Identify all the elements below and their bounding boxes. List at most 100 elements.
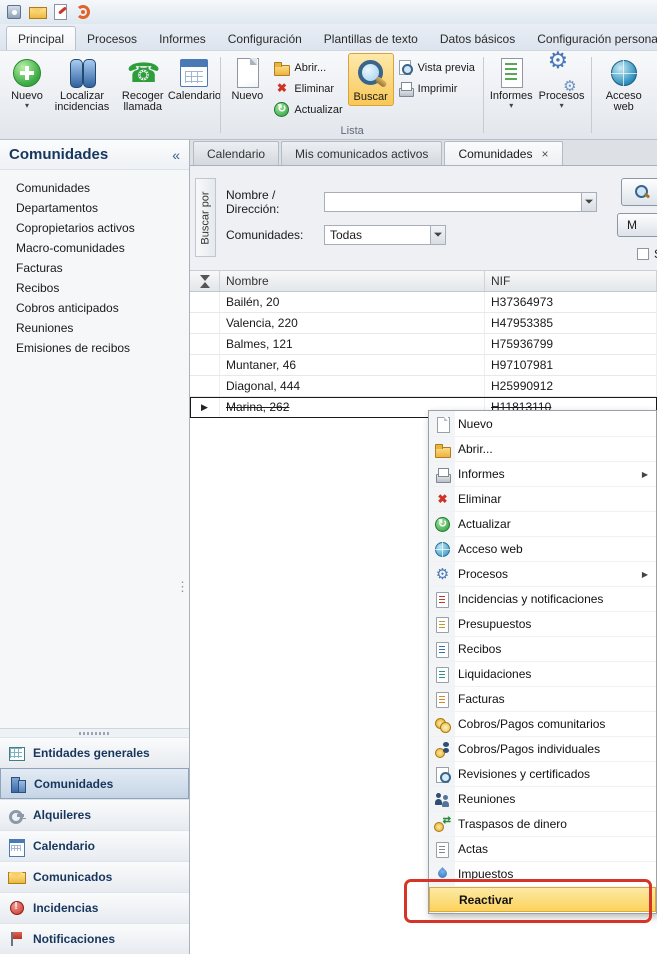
nav-gripper-handle[interactable] xyxy=(0,728,189,737)
menu-item-acceso-web[interactable]: Acceso web xyxy=(429,537,656,562)
ribbon-tab-configuracion-personal[interactable]: Configuración personal xyxy=(526,27,657,50)
ribbon-tab-procesos[interactable]: Procesos xyxy=(76,27,148,50)
menu-item-facturas[interactable]: Facturas xyxy=(429,687,656,712)
table-row[interactable]: Balmes, 121H75936799 xyxy=(190,334,657,355)
menu-item-label: Presupuestos xyxy=(458,617,531,631)
menu-item-actas[interactable]: Actas xyxy=(429,837,656,862)
cell-nombre: Valencia, 220 xyxy=(220,313,485,333)
sidebar-item-reuniones[interactable]: Reuniones xyxy=(0,318,189,338)
hourglass-icon xyxy=(200,275,210,288)
ribbon-tab-informes[interactable]: Informes xyxy=(148,27,217,50)
menu-item-actualizar[interactable]: Actualizar xyxy=(429,512,656,537)
sidebar-item-cobros-anticipados[interactable]: Cobros anticipados xyxy=(0,298,189,318)
tab-comunidades[interactable]: Comunidades× xyxy=(444,141,562,165)
imprimir-button[interactable]: Imprimir xyxy=(394,79,480,98)
recoger-llamada-button[interactable]: Recoger llamada xyxy=(114,53,171,115)
nav-comunidades[interactable]: Comunidades xyxy=(0,768,189,799)
buscar-button[interactable]: Buscar xyxy=(348,53,394,106)
sidebar-item-emisiones-de-recibos[interactable]: Emisiones de recibos xyxy=(0,338,189,358)
nuevo-lista-button[interactable]: Nuevo xyxy=(224,53,270,104)
menu-item-reuniones[interactable]: Reuniones xyxy=(429,787,656,812)
menu-item-label: Eliminar xyxy=(458,492,501,506)
menu-item-liquidaciones[interactable]: Liquidaciones xyxy=(429,662,656,687)
chevron-down-icon[interactable] xyxy=(430,226,445,244)
acceso-web-button[interactable]: Acceso web xyxy=(594,53,653,115)
ribbon-tab-plantillas-de-texto[interactable]: Plantillas de texto xyxy=(313,27,429,50)
table-row[interactable]: Diagonal, 444H25990912 xyxy=(190,376,657,397)
ribbon-group-lista: Nuevo Abrir... Eliminar Actualizar xyxy=(222,53,482,139)
collapse-sidebar-button[interactable]: « xyxy=(172,147,180,163)
localizar-incidencias-button[interactable]: Localizar incidencias xyxy=(50,53,114,115)
more-button[interactable]: M xyxy=(617,213,657,237)
ribbon-tab-datos-basicos[interactable]: Datos básicos xyxy=(429,27,526,50)
actualizar-button[interactable]: Actualizar xyxy=(270,100,347,119)
vista-previa-button[interactable]: Vista previa xyxy=(394,58,480,77)
table-row[interactable]: Muntaner, 46H97107981 xyxy=(190,355,657,376)
column-header-nombre[interactable]: Nombre xyxy=(220,271,485,291)
nav-calendario[interactable]: Calendario xyxy=(0,830,189,861)
close-tab-icon[interactable]: × xyxy=(541,149,548,159)
informes-button[interactable]: Informes ▾ xyxy=(487,53,536,111)
button-label: Vista previa xyxy=(418,62,475,74)
menu-item-traspasos-de-dinero[interactable]: Traspasos de dinero xyxy=(429,812,656,837)
ribbon-tab-configuracion[interactable]: Configuración xyxy=(217,27,313,50)
nav-entidades-generales[interactable]: Entidades generales xyxy=(0,737,189,768)
sidebar-item-copropietarios-activos[interactable]: Copropietarios activos xyxy=(0,218,189,238)
tab-calendario[interactable]: Calendario xyxy=(193,141,279,165)
menu-item-reactivar[interactable]: Reactivar xyxy=(429,887,656,912)
communities-label: Comunidades: xyxy=(226,228,324,242)
ribbon-group-informes-procesos: Informes ▾ Procesos ▾ xyxy=(485,53,590,139)
menu-item-procesos[interactable]: Procesos▶ xyxy=(429,562,656,587)
sidebar-item-macro-comunidades[interactable]: Macro-comunidades xyxy=(0,238,189,258)
incidents-icon xyxy=(8,900,25,916)
menu-item-impuestos[interactable]: Impuestos xyxy=(429,862,656,887)
nav-alquileres[interactable]: Alquileres xyxy=(0,799,189,830)
sidebar-item-facturas[interactable]: Facturas xyxy=(0,258,189,278)
menu-item-recibos[interactable]: Recibos xyxy=(429,637,656,662)
chevron-down-icon[interactable] xyxy=(581,193,596,211)
nav-comunicados[interactable]: Comunicados xyxy=(0,861,189,892)
nav-incidencias[interactable]: Incidencias xyxy=(0,892,189,923)
menu-item-cobros-pagos-comunitarios[interactable]: Cobros/Pagos comunitarios xyxy=(429,712,656,737)
refresh-icon xyxy=(273,101,290,118)
communities-select[interactable]: Todas xyxy=(324,225,446,245)
sidebar-item-recibos[interactable]: Recibos xyxy=(0,278,189,298)
splitter-handle[interactable]: ⋮ xyxy=(176,582,189,591)
sidebar-item-departamentos[interactable]: Departamentos xyxy=(0,198,189,218)
table-row[interactable]: Bailén, 20H37364973 xyxy=(190,292,657,313)
menu-item-cobros-pagos-individuales[interactable]: Cobros/Pagos individuales xyxy=(429,737,656,762)
procesos-button[interactable]: Procesos ▾ xyxy=(536,53,588,111)
name-address-input[interactable] xyxy=(325,193,581,211)
app-icon[interactable] xyxy=(4,2,24,22)
solicitudes-checkbox[interactable]: Solic xyxy=(637,247,657,261)
ribbon-tab-principal[interactable]: Principal xyxy=(6,26,76,50)
checkbox[interactable] xyxy=(637,248,649,260)
menu-item-abrir[interactable]: Abrir... xyxy=(429,437,656,462)
nav-notificaciones[interactable]: Notificaciones xyxy=(0,923,189,954)
table-row[interactable]: Valencia, 220H47953385 xyxy=(190,313,657,334)
invoices-doc-icon xyxy=(434,691,451,708)
mail-icon[interactable] xyxy=(27,2,47,22)
menu-item-presupuestos[interactable]: Presupuestos xyxy=(429,612,656,637)
abrir-button[interactable]: Abrir... xyxy=(270,58,347,77)
nuevo-button[interactable]: Nuevo ▾ xyxy=(4,53,50,111)
ribbon-tabs: PrincipalProcesosInformesConfiguraciónPl… xyxy=(0,24,657,50)
search-button[interactable] xyxy=(621,178,657,206)
menu-item-nuevo[interactable]: Nuevo xyxy=(429,412,656,437)
menu-item-revisiones-y-certificados[interactable]: Revisiones y certificados xyxy=(429,762,656,787)
menu-item-label: Revisiones y certificados xyxy=(458,767,590,781)
tab-mis-comunicados-activos[interactable]: Mis comunicados activos xyxy=(281,141,442,165)
note-icon[interactable] xyxy=(50,2,70,22)
eliminar-button[interactable]: Eliminar xyxy=(270,79,347,98)
selector-column-header[interactable] xyxy=(190,271,220,291)
spiral-icon[interactable] xyxy=(73,2,93,22)
table-body: Bailén, 20H37364973Valencia, 220H4795338… xyxy=(190,292,657,418)
menu-item-informes[interactable]: Informes▶ xyxy=(429,462,656,487)
menu-item-incidencias-y-notificaciones[interactable]: Incidencias y notificaciones xyxy=(429,587,656,612)
chevron-down-icon: ▾ xyxy=(560,102,564,109)
calendario-button[interactable]: Calendario xyxy=(171,53,217,104)
menu-item-eliminar[interactable]: Eliminar xyxy=(429,487,656,512)
combo-value: Todas xyxy=(325,228,430,242)
column-header-nif[interactable]: NIF xyxy=(485,271,657,291)
sidebar-item-comunidades[interactable]: Comunidades xyxy=(0,178,189,198)
